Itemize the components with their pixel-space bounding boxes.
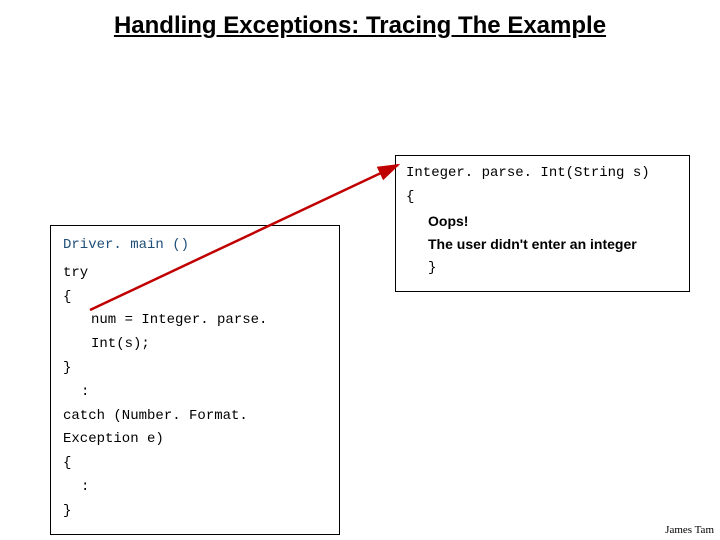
error-message-annotation: The user didn't enter an integer (406, 233, 681, 257)
code-line: } (63, 500, 327, 524)
code-line: } (63, 357, 327, 381)
caller-code-box: Driver. main () try { num = Integer. par… (50, 225, 340, 535)
code-line: catch (Number. Format. Exception e) (63, 405, 327, 453)
code-line: : (63, 381, 327, 405)
code-line: try (63, 262, 327, 286)
callee-close-brace: } (406, 257, 681, 281)
callee-open-brace: { (406, 186, 681, 210)
oops-annotation: Oops! (406, 210, 681, 234)
code-line-call: num = Integer. parse. Int(s); (63, 309, 327, 357)
code-line: { (63, 286, 327, 310)
author-footer: James Tam (665, 524, 714, 536)
caller-header: Driver. main () (63, 234, 327, 258)
callee-code-box: Integer. parse. Int(String s) { Oops! Th… (395, 155, 690, 292)
slide-title: Handling Exceptions: Tracing The Example (0, 12, 720, 40)
code-line: : (63, 476, 327, 500)
callee-signature: Integer. parse. Int(String s) (406, 162, 681, 186)
code-line: { (63, 452, 327, 476)
